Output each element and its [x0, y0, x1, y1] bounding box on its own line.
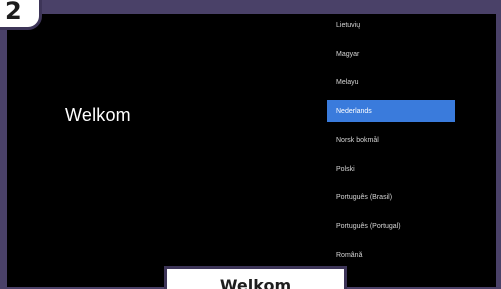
language-option-selected[interactable]: Nederlands [327, 100, 455, 122]
language-option[interactable]: Polski [327, 158, 455, 180]
language-list[interactable]: Lietuvių Magyar Melayu Nederlands Norsk … [327, 14, 455, 287]
language-option[interactable]: Português (Brasil) [327, 186, 455, 208]
language-option[interactable]: Português (Portugal) [327, 215, 455, 237]
caption-label: Welkom [164, 266, 347, 289]
language-option[interactable]: Magyar [327, 43, 455, 65]
language-option[interactable]: Lietuvių [327, 14, 455, 36]
welcome-title: Welkom [65, 105, 131, 125]
step-number-badge: 2 [0, 0, 42, 30]
tutorial-frame: Welkom Lietuvių Magyar Melayu Nederlands… [0, 0, 501, 289]
tv-screen: Welkom Lietuvių Magyar Melayu Nederlands… [7, 14, 496, 287]
language-option[interactable]: Română [327, 244, 455, 266]
language-option[interactable]: Melayu [327, 71, 455, 93]
language-option[interactable]: Norsk bokmål [327, 129, 455, 151]
